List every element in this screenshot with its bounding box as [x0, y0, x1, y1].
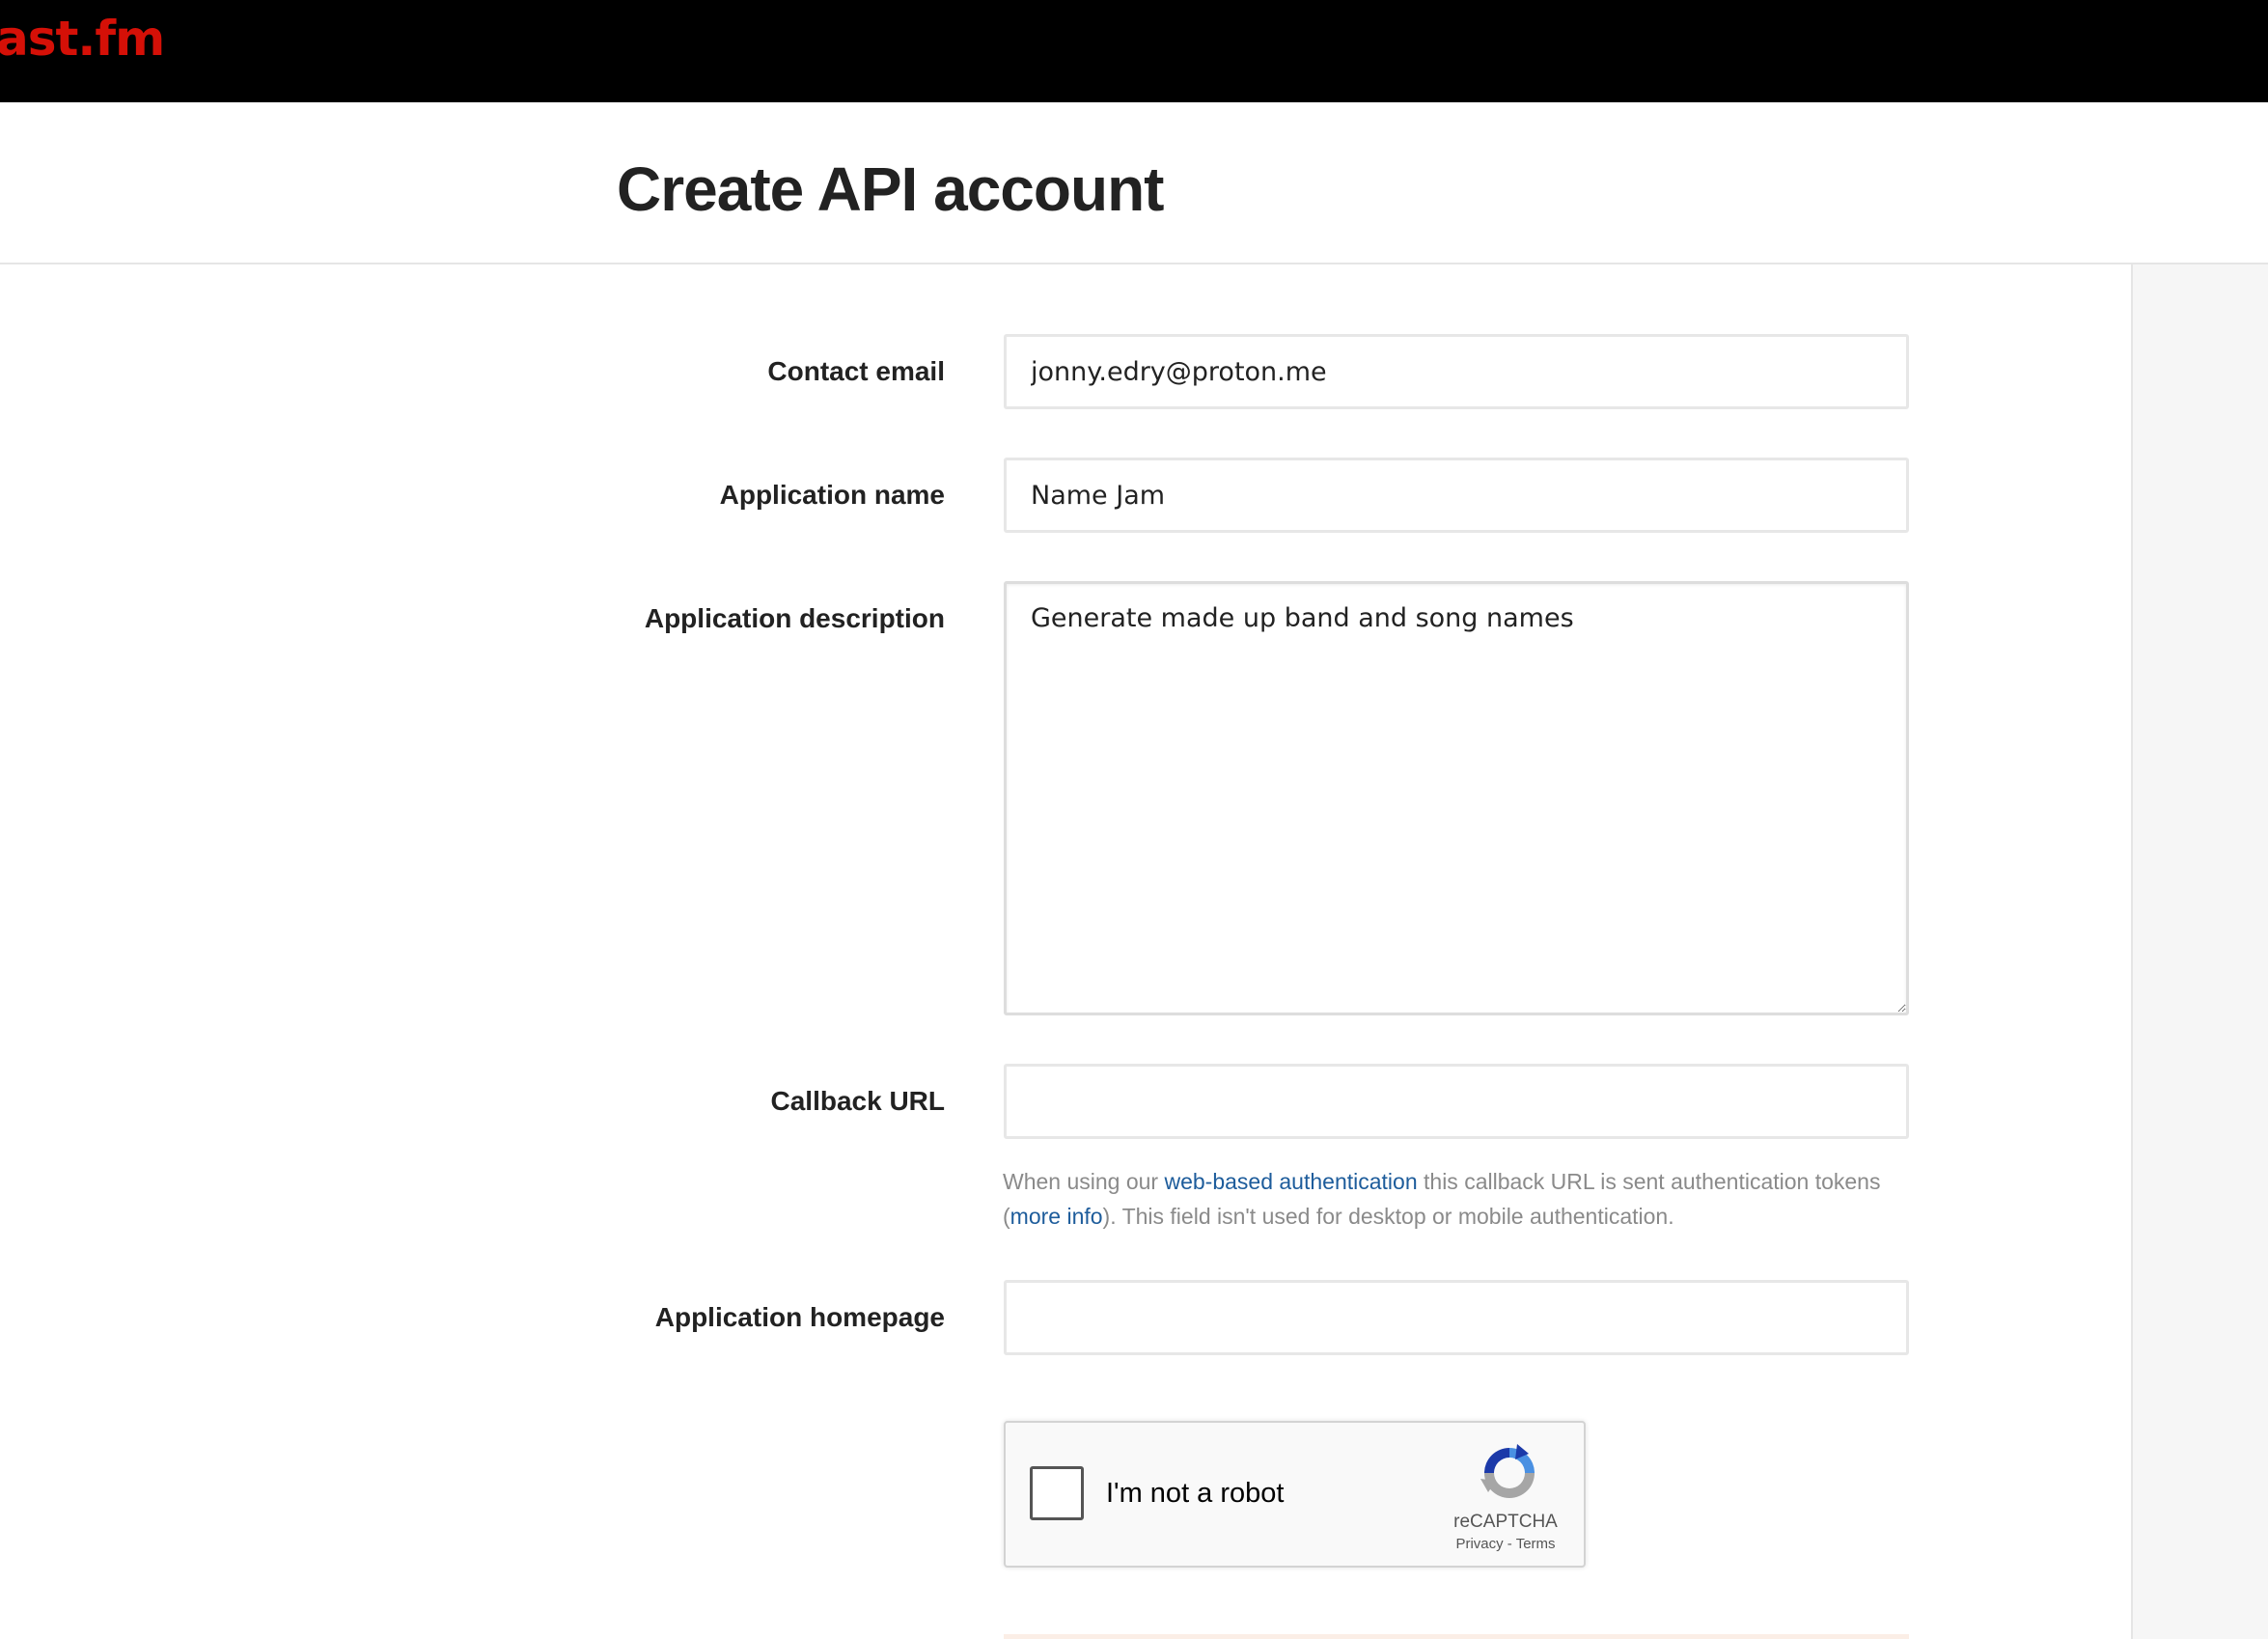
recaptcha-links: Privacy - Terms — [1428, 1536, 1583, 1553]
application-name-label: Application name — [719, 480, 945, 510]
application-homepage-label: Application homepage — [654, 1302, 945, 1332]
contact-email-label: Contact email — [767, 356, 945, 386]
application-description-textarea[interactable]: Generate made up band and song names — [1004, 581, 1909, 1015]
recaptcha-brand: reCAPTCHA — [1453, 1512, 1558, 1532]
web-based-authentication-link[interactable]: web-based authentication — [1164, 1169, 1417, 1194]
recaptcha-label: I'm not a robot — [1106, 1478, 1285, 1509]
recaptcha-checkbox[interactable] — [1030, 1466, 1084, 1520]
recaptcha-logo-icon — [1480, 1444, 1535, 1498]
contact-email-field[interactable] — [1004, 334, 1909, 409]
recaptcha-privacy-link[interactable]: Privacy — [1455, 1536, 1503, 1552]
callback-url-label: Callback URL — [770, 1086, 946, 1116]
right-side-panel — [2131, 264, 2268, 1639]
help-text-prefix: When using our — [1003, 1169, 1165, 1194]
more-info-link[interactable]: more info — [1010, 1204, 1103, 1229]
page-header: Create API account — [0, 102, 2268, 264]
application-description-label: Application description — [644, 603, 945, 633]
page-title: Create API account — [617, 154, 1164, 224]
application-name-field[interactable] — [1004, 458, 1909, 533]
recaptcha-links-separator: - — [1503, 1536, 1516, 1552]
callback-url-help-text: When using our web-based authentication … — [1003, 1164, 1929, 1234]
recaptcha-terms-link[interactable]: Terms — [1516, 1536, 1556, 1552]
application-homepage-field[interactable] — [1004, 1280, 1909, 1355]
help-text-suffix: ). This field isn't used for desktop or … — [1102, 1204, 1674, 1229]
top-navigation-bar: ast.fm — [0, 0, 2268, 102]
callback-url-field[interactable] — [1004, 1064, 1909, 1139]
recaptcha-widget: I'm not a robot reCAPTCHA Privacy - Term… — [1004, 1421, 1586, 1568]
next-section-edge — [1004, 1634, 1909, 1639]
site-logo[interactable]: ast.fm — [0, 8, 165, 69]
